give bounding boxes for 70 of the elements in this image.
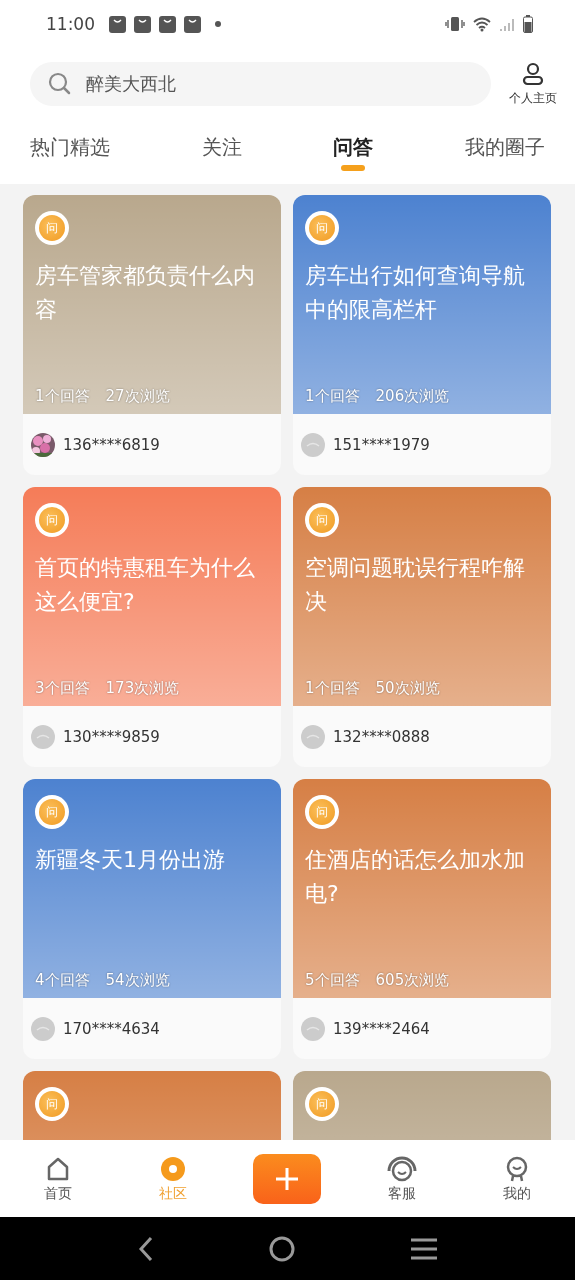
question-badge: 问 bbox=[305, 503, 339, 537]
person-icon bbox=[521, 61, 545, 86]
tab[interactable]: 我的圈子 bbox=[464, 134, 545, 171]
tab[interactable]: 热门精选 bbox=[30, 134, 110, 171]
signal-icon bbox=[499, 16, 515, 32]
question-badge: 问 bbox=[305, 211, 339, 245]
wifi-icon bbox=[473, 16, 491, 32]
question-title: 房车出行如何查询导航中的限高栏杆 bbox=[305, 262, 526, 324]
view-count: 605次浏览 bbox=[375, 971, 450, 990]
bag-icon bbox=[109, 15, 126, 33]
battery-icon bbox=[523, 15, 533, 33]
user-name: 136****6819 bbox=[63, 435, 160, 454]
avatar-icon bbox=[31, 724, 55, 749]
question-card[interactable]: 问 空调问题耽误行程咋解决 1个回答 50次浏览 132****0888 bbox=[293, 487, 551, 767]
question-badge: 问 bbox=[305, 1087, 339, 1121]
question-badge: 问 bbox=[35, 211, 69, 245]
view-count: 54次浏览 bbox=[105, 971, 170, 990]
status-time: 11:00 bbox=[46, 14, 95, 34]
question-card[interactable]: 问 住酒店的话怎么加水加电? 5个回答 605次浏览 139****2464 bbox=[293, 779, 551, 1059]
question-badge: 问 bbox=[35, 795, 69, 829]
bag-icon bbox=[134, 15, 151, 33]
question-card[interactable]: 问 房车出行如何查询导航中的限高栏杆 1个回答 206次浏览 151****1979 bbox=[293, 195, 551, 475]
bag-icon bbox=[184, 15, 201, 33]
user-name: 139****2464 bbox=[333, 1019, 430, 1038]
question-title: 空调问题耽误行程咋解决 bbox=[305, 554, 526, 616]
avatar-icon bbox=[31, 1016, 55, 1041]
question-title: 新疆冬天1月份出游 bbox=[35, 846, 226, 874]
tab[interactable]: 问答 bbox=[333, 134, 374, 171]
question-title: 首页的特惠租车为什么这么便宜? bbox=[35, 554, 256, 616]
search-icon bbox=[48, 72, 72, 96]
nav-item[interactable]: 我的 bbox=[482, 1154, 553, 1203]
view-count: 50次浏览 bbox=[375, 679, 440, 698]
view-count: 173次浏览 bbox=[105, 679, 180, 698]
question-card[interactable]: 问 新疆冬天1月份出游 4个回答 54次浏览 170****4634 bbox=[23, 779, 281, 1059]
user-name: 130****9859 bbox=[63, 727, 160, 746]
view-count: 206次浏览 bbox=[375, 387, 450, 406]
view-count: 27次浏览 bbox=[105, 387, 170, 406]
answer-count: 1个回答 bbox=[305, 679, 360, 698]
home-circle-icon[interactable] bbox=[268, 1235, 295, 1262]
user-name: 151****1979 bbox=[333, 435, 430, 454]
answer-count: 1个回答 bbox=[35, 387, 90, 406]
answer-count: 5个回答 bbox=[305, 971, 360, 990]
add-button[interactable] bbox=[253, 1153, 322, 1204]
profile-link[interactable]: 个人主页 bbox=[509, 61, 557, 107]
answer-count: 3个回答 bbox=[35, 679, 90, 698]
answer-count: 1个回答 bbox=[305, 387, 360, 406]
question-badge: 问 bbox=[35, 503, 69, 537]
user-name: 170****4634 bbox=[63, 1019, 160, 1038]
answer-count: 4个回答 bbox=[35, 971, 90, 990]
plus-icon bbox=[275, 1166, 300, 1191]
question-title: 房车管家都负责什么内容 bbox=[35, 262, 256, 324]
question-card[interactable]: 问 首页的特惠租车为什么这么便宜? 3个回答 173次浏览 130****9859 bbox=[23, 487, 281, 767]
nav-item[interactable]: 首页 bbox=[22, 1154, 93, 1203]
bag-icon bbox=[159, 15, 176, 33]
search-field[interactable]: 醉美大西北 bbox=[30, 62, 491, 106]
user-name: 132****0888 bbox=[333, 727, 430, 746]
vibrate-icon bbox=[445, 16, 465, 32]
disc-icon bbox=[159, 1154, 188, 1183]
question-badge: 问 bbox=[35, 1087, 69, 1121]
dot-icon bbox=[215, 21, 221, 27]
avatar-icon bbox=[301, 1016, 325, 1041]
tab[interactable]: 关注 bbox=[201, 134, 242, 171]
menu-icon[interactable] bbox=[409, 1237, 438, 1260]
question-card[interactable]: 问 房车管家都负责什么内容 1个回答 27次浏览 136****6819 bbox=[23, 195, 281, 475]
question-badge: 问 bbox=[305, 795, 339, 829]
avatar-icon bbox=[301, 432, 325, 457]
back-icon[interactable] bbox=[137, 1235, 154, 1262]
nav-item[interactable]: 客服 bbox=[366, 1154, 437, 1203]
question-title: 住酒店的话怎么加水加电? bbox=[305, 846, 526, 908]
avatar-icon bbox=[301, 724, 325, 749]
